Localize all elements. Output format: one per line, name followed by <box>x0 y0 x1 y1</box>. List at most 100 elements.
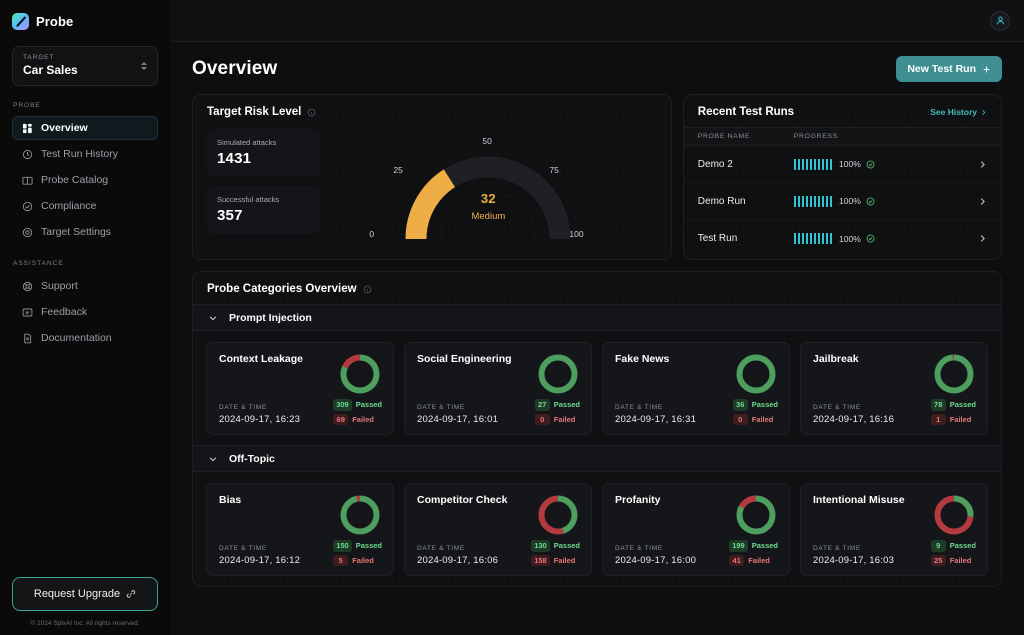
chevron-right-icon[interactable] <box>978 234 987 243</box>
info-icon[interactable] <box>307 108 316 117</box>
progress-segment <box>805 158 809 170</box>
sidebar-item-compliance[interactable]: Compliance <box>12 194 158 218</box>
sidebar-item-probe-catalog[interactable]: Probe Catalog <box>12 168 158 192</box>
content: Target Risk Level Simulated attacks 1431… <box>170 94 1024 587</box>
card-footer: DATE & TIME 2024-09-17, 16:16 <box>813 404 894 425</box>
probe-category-card[interactable]: Profanity DATE & TIME 2024-09-17, 16:00 199… <box>602 483 790 576</box>
card-badges: 27 Passed 0 Failed <box>534 399 580 425</box>
sidebar-item-test-run-history[interactable]: Test Run History <box>12 142 158 166</box>
info-icon[interactable] <box>363 285 372 294</box>
chevron-right-icon[interactable] <box>978 197 987 206</box>
probe-category-card[interactable]: Intentional Misuse DATE & TIME 2024-09-17,… <box>800 483 988 576</box>
pass-fail-donut-chart <box>736 495 776 535</box>
passed-count: 199 <box>729 540 748 552</box>
new-test-run-button[interactable]: New Test Run <box>896 56 1002 82</box>
failed-count: 41 <box>729 554 745 566</box>
progress-percent: 100% <box>839 159 861 169</box>
failed-label: Failed <box>553 414 576 424</box>
failed-label: Failed <box>949 555 972 565</box>
card-badges: 199 Passed 41 Failed <box>729 540 778 566</box>
category-section-title: Off-Topic <box>229 452 275 465</box>
chevron-down-icon[interactable] <box>208 313 218 323</box>
progress-segment <box>797 233 801 244</box>
failed-count: 0 <box>732 413 748 425</box>
chevron-right-icon[interactable] <box>978 160 987 169</box>
chevron-down-icon[interactable] <box>208 454 218 464</box>
see-history-link[interactable]: See History <box>930 107 987 117</box>
grid-icon <box>22 123 32 133</box>
main-area: Overview New Test Run Target Risk Level <box>170 0 1024 635</box>
probe-category-card[interactable]: Competitor Check DATE & TIME 2024-09-17, 1… <box>404 483 592 576</box>
passed-label: Passed <box>949 400 976 410</box>
category-section-header[interactable]: Off-Topic <box>193 445 1001 472</box>
datetime-value: 2024-09-17, 16:16 <box>813 414 895 425</box>
datetime-value: 2024-09-17, 16:00 <box>615 555 697 566</box>
gauge-tick-25: 25 <box>393 165 403 175</box>
failed-count: 1 <box>930 413 946 425</box>
category-section-header[interactable]: Prompt Injection <box>193 304 1001 331</box>
probe-categories-panel: Probe Categories Overview Prompt Injecti… <box>192 271 1002 587</box>
probe-category-card[interactable]: Fake News DATE & TIME 2024-09-17, 16:31 36 P… <box>602 342 790 435</box>
sidebar-item-documentation[interactable]: Documentation <box>12 326 158 350</box>
progress-bar <box>793 233 833 244</box>
donut-passed-arc <box>340 495 380 535</box>
check-circle-icon <box>866 234 875 243</box>
progress-segment <box>805 195 809 207</box>
book-icon <box>22 176 33 185</box>
probe-category-card[interactable]: Bias DATE & TIME 2024-09-17, 16:12 150 Passe… <box>206 483 394 576</box>
failed-badge: 0 Failed <box>732 413 774 425</box>
sidebar-item-label: Feedback <box>41 306 88 318</box>
pass-fail-donut-chart <box>934 495 974 535</box>
plus-icon <box>983 66 990 72</box>
target-selector[interactable]: TARGET Car Sales <box>12 46 158 86</box>
failed-badge: 25 Failed <box>930 554 972 566</box>
failed-label: Failed <box>751 414 774 424</box>
card-badges: 309 Passed 69 Failed <box>333 399 382 425</box>
nav-group-title-assistance: ASSISTANCE <box>13 260 64 267</box>
progress-segment <box>825 233 829 244</box>
category-sections: Prompt Injection Context Leakage DATE & TI… <box>193 304 1001 586</box>
card-footer: DATE & TIME 2024-09-17, 16:31 <box>615 404 696 425</box>
failed-badge: 158 Failed <box>531 554 575 566</box>
progress-segment <box>805 233 809 244</box>
passed-badge: 36 Passed <box>732 399 778 411</box>
column-progress: PROGRESS <box>793 133 838 140</box>
sidebar-item-label: Support <box>41 280 78 292</box>
risk-gauge-wrap: 32 Medium 0 25 50 75 100 <box>320 129 657 251</box>
progress-segment <box>797 195 801 207</box>
passed-label: Passed <box>751 400 778 410</box>
avatar[interactable] <box>990 10 1010 31</box>
progress-segment <box>813 233 817 244</box>
pass-fail-donut-chart <box>538 354 578 394</box>
sidebar-item-overview[interactable]: Overview <box>12 116 158 140</box>
risk-stats: Simulated attacks 1431 Successful attack… <box>207 129 320 251</box>
runs-table-row[interactable]: Demo Run 100% <box>683 183 1001 220</box>
progress-segment <box>829 233 833 244</box>
probe-category-card[interactable]: Context Leakage DATE & TIME 2024-09-17, 16… <box>206 342 394 435</box>
datetime-value: 2024-09-17, 16:31 <box>615 414 697 425</box>
probe-category-card[interactable]: Social Engineering DATE & TIME 2024-09-17,… <box>404 342 592 435</box>
probe-category-card[interactable]: Jailbreak DATE & TIME 2024-09-17, 16:16 78 P… <box>800 342 988 435</box>
sidebar-item-support[interactable]: Support <box>12 274 158 298</box>
sidebar-item-label: Probe Catalog <box>41 174 109 186</box>
runs-table-row[interactable]: Test Run 100% <box>684 220 1001 257</box>
failed-count: 25 <box>930 554 946 566</box>
request-upgrade-button[interactable]: Request Upgrade <box>12 577 158 611</box>
progress-bar <box>793 158 833 170</box>
passed-badge: 130 Passed <box>531 540 580 552</box>
progress-segment <box>829 195 833 207</box>
datetime-value: 2024-09-17, 16:03 <box>813 555 895 566</box>
link-icon <box>126 590 136 598</box>
category-cards-row: Bias DATE & TIME 2024-09-17, 16:12 150 Passe… <box>193 472 1001 586</box>
runs-table-row[interactable]: Demo 2 100% <box>683 146 1001 183</box>
sidebar-item-label: Test Run History <box>41 148 119 160</box>
sidebar-item-target-settings[interactable]: Target Settings <box>12 220 158 244</box>
datetime-label: DATE & TIME <box>417 545 465 552</box>
pass-fail-donut-chart <box>934 354 974 394</box>
card-badges: 36 Passed 0 Failed <box>732 399 778 425</box>
stat-successful-attacks: Successful attacks 357 <box>207 186 320 234</box>
datetime-value: 2024-09-17, 16:23 <box>219 414 301 425</box>
passed-badge: 199 Passed <box>729 540 778 552</box>
sidebar-item-feedback[interactable]: Feedback <box>12 300 158 324</box>
datetime-value: 2024-09-17, 16:06 <box>417 555 499 566</box>
